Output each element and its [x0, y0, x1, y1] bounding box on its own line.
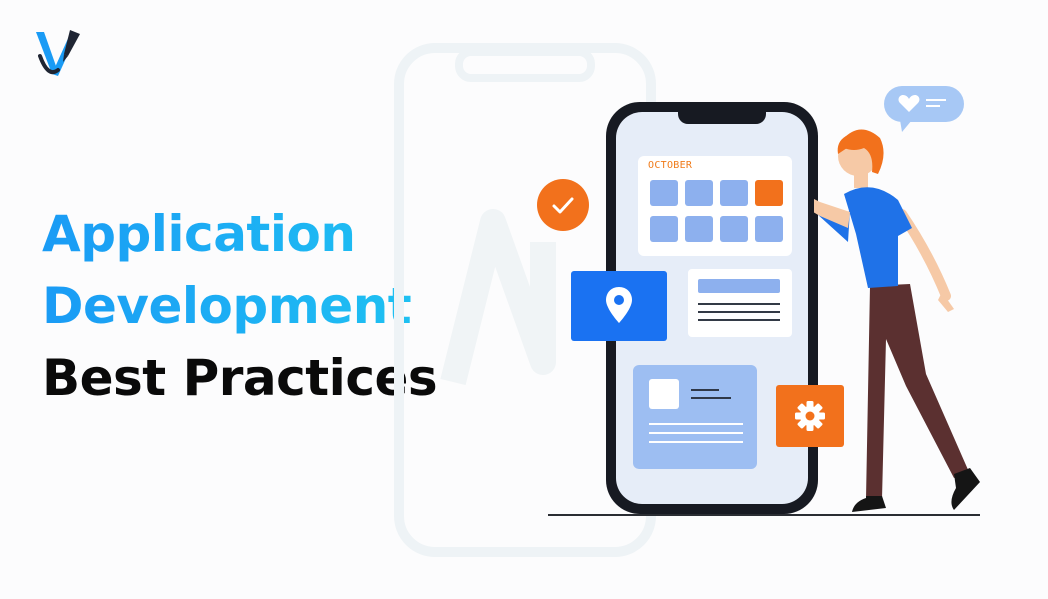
text-card-heading-bar — [698, 279, 780, 293]
calendar-day-cell — [685, 216, 713, 242]
text-line — [698, 311, 780, 313]
location-card — [571, 271, 667, 341]
v-pen-logo-icon[interactable] — [30, 26, 86, 82]
text-line — [649, 423, 743, 425]
text-line — [649, 441, 743, 443]
profile-card — [633, 365, 757, 469]
check-icon — [552, 197, 574, 214]
headline-line-1: Application — [42, 198, 437, 270]
calendar-card: OCTOBER — [638, 156, 792, 256]
calendar-day-cell-selected — [755, 180, 783, 206]
headline-line-3: Best Practices — [42, 349, 438, 407]
calendar-day-cell — [755, 216, 783, 242]
text-line — [698, 319, 780, 321]
text-line — [691, 389, 719, 391]
calendar-day-cell — [685, 180, 713, 206]
text-line — [649, 432, 743, 434]
profile-image-placeholder — [649, 379, 679, 409]
headline-line-2: Development — [42, 270, 437, 342]
check-badge — [537, 179, 589, 231]
text-content-card — [688, 269, 792, 337]
calendar-day-cell — [720, 216, 748, 242]
calendar-day-cell — [720, 180, 748, 206]
calendar-month-label: OCTOBER — [648, 160, 693, 171]
calendar-day-cell — [650, 180, 678, 206]
page-headline: Application Development Best Practices — [42, 198, 438, 414]
calendar-day-cell — [650, 216, 678, 242]
map-pin-icon — [606, 287, 632, 323]
text-line — [698, 303, 780, 305]
text-line — [691, 397, 731, 399]
phone-notch — [678, 112, 766, 124]
woman-illustration — [814, 129, 980, 512]
